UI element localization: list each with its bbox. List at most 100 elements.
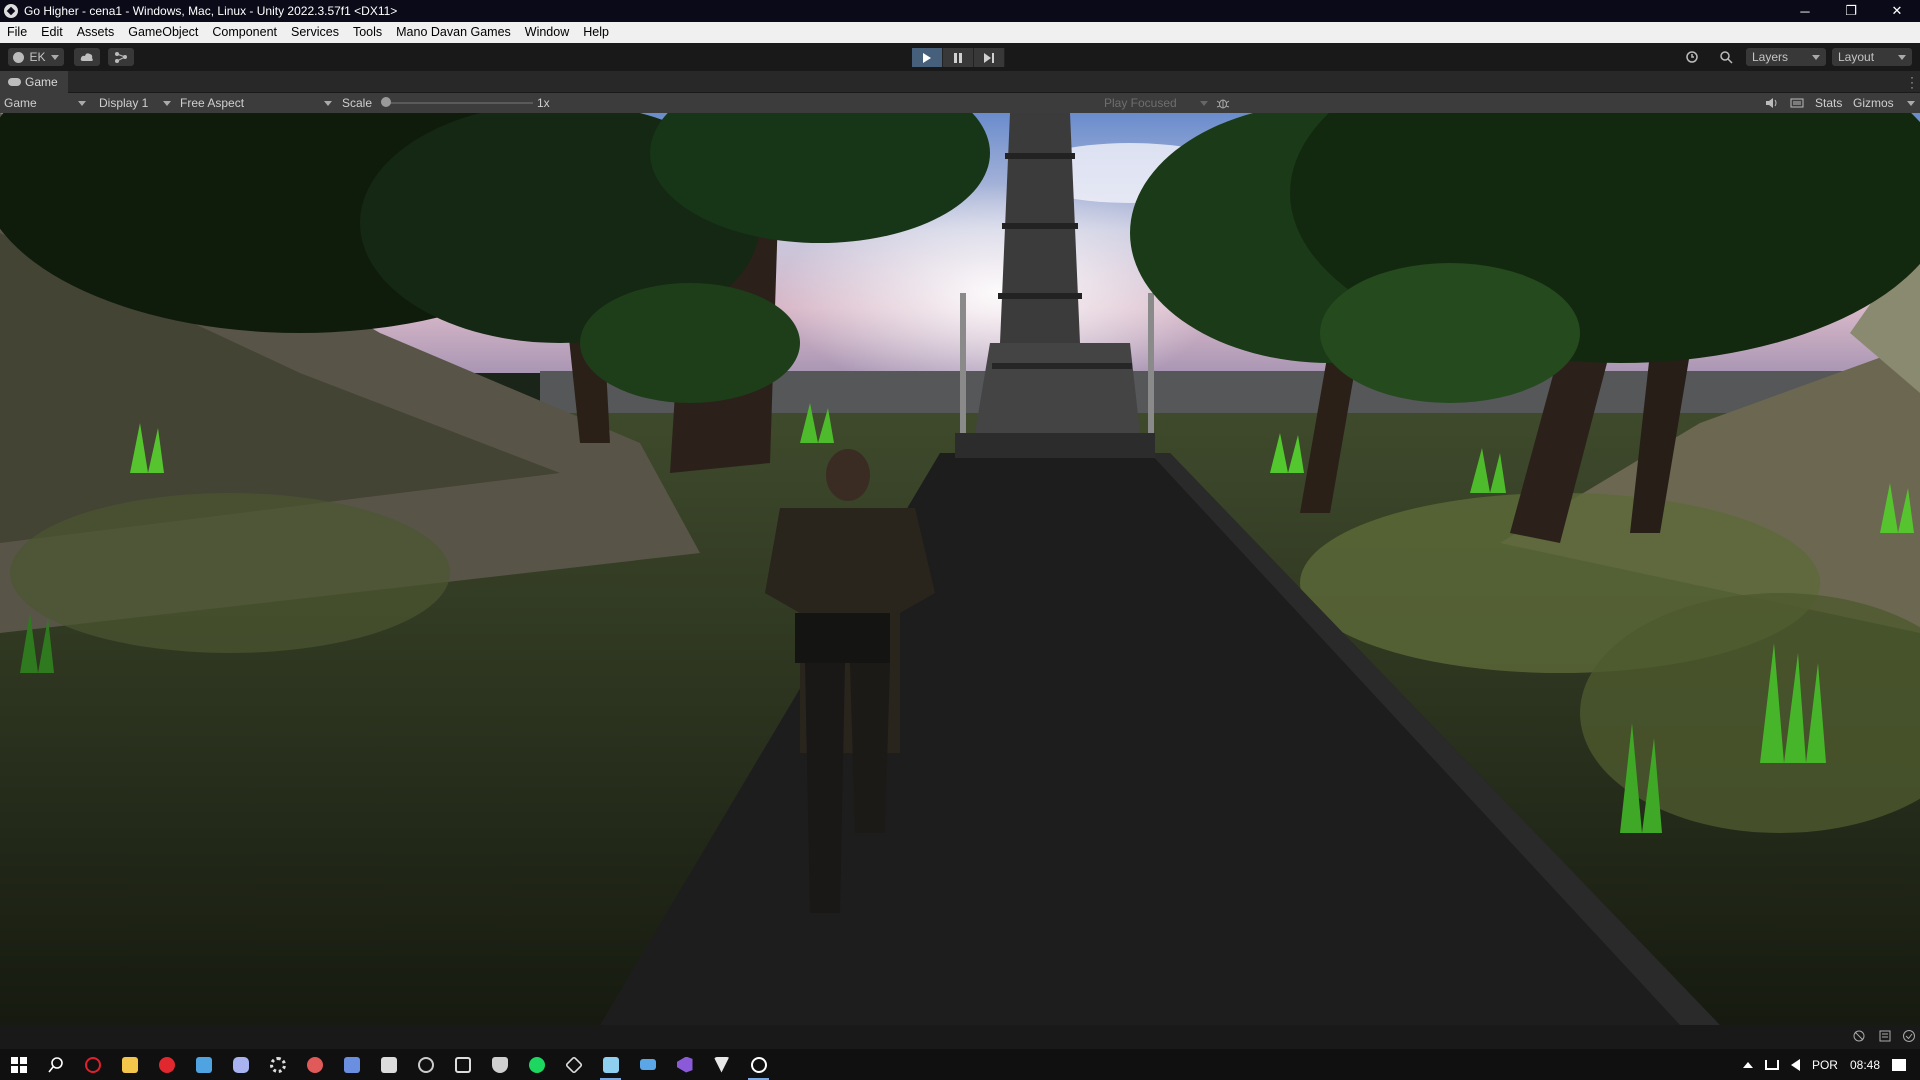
taskbar-app-4[interactable] [444,1049,481,1080]
speaker-icon [1766,98,1777,108]
windows-logo-icon [10,1056,27,1073]
game-mode-dropdown[interactable]: Game [4,93,86,113]
opera-gx-icon [84,1056,101,1073]
menu-bar: File Edit Assets GameObject Component Se… [0,22,1920,43]
start-button[interactable] [0,1049,37,1080]
chevron-down-icon [1907,101,1915,106]
taskbar-keyboard-app[interactable] [629,1049,666,1080]
step-button[interactable] [974,48,1005,67]
account-label: EK [29,50,46,64]
taskbar-file-explorer[interactable] [111,1049,148,1080]
taskbar-visual-studio[interactable] [666,1049,703,1080]
folder-icon [121,1056,138,1073]
taskbar-unity-hub[interactable] [407,1049,444,1080]
taskbar-notepad[interactable] [592,1049,629,1080]
menu-window[interactable]: Window [518,22,576,43]
gizmos-dropdown[interactable]: Gizmos [1853,93,1915,113]
console-icon[interactable] [1878,1029,1892,1043]
spotify-icon [528,1056,545,1073]
tab-menu-icon[interactable]: · · · [1910,71,1914,93]
play-focused-label: Play Focused [1104,96,1177,110]
taskbar-app-2[interactable] [296,1049,333,1080]
account-button[interactable]: EK [8,48,64,66]
taskbar-discord[interactable] [222,1049,259,1080]
menu-component[interactable]: Component [205,22,284,43]
search-button[interactable] [1714,48,1738,66]
cloud-icon [80,53,93,61]
menu-edit[interactable]: Edit [34,22,70,43]
app-icon [195,1056,212,1073]
game-scene [0,113,1920,1025]
play-icon [923,52,931,63]
taskbar-app-5[interactable] [481,1049,518,1080]
language-indicator[interactable]: POR [1812,1058,1838,1072]
taskbar-spotify[interactable] [518,1049,555,1080]
layout-dropdown[interactable]: Layout [1832,48,1912,66]
menu-assets[interactable]: Assets [70,22,122,43]
play-focused-dropdown[interactable]: Play Focused [1104,93,1208,113]
taskbar-unity-editor[interactable] [555,1049,592,1080]
account-icon [13,51,25,63]
taskbar-store[interactable] [370,1049,407,1080]
windows-taskbar: POR 08:48 [0,1049,1920,1080]
aspect-label: Free Aspect [180,96,245,110]
bug-toggle[interactable] [1216,93,1230,113]
scale-slider-knob[interactable] [381,97,391,107]
collab-button[interactable] [108,48,134,66]
scale-label: Scale [342,96,373,110]
triangle-icon [713,1056,730,1073]
stats-button[interactable]: Stats [1815,93,1842,113]
menu-help[interactable]: Help [576,22,616,43]
tab-game[interactable]: Game [0,71,68,93]
progress-icon[interactable] [1852,1029,1866,1043]
taskbar-unity-active[interactable] [740,1049,777,1080]
shortcuts-toggle[interactable] [1790,93,1804,113]
menu-mano-davan-games[interactable]: Mano Davan Games [389,22,518,43]
history-icon [1686,51,1698,63]
aspect-dropdown[interactable]: Free Aspect [180,93,332,113]
layers-dropdown[interactable]: Layers [1746,48,1826,66]
mute-audio-toggle[interactable] [1764,93,1778,113]
menu-file[interactable]: File [0,22,34,43]
taskbar-opera-gx[interactable] [74,1049,111,1080]
game-viewport[interactable] [0,113,1920,1025]
search-icon [1720,51,1733,64]
chevron-up-icon[interactable] [1742,1061,1753,1068]
title-bar: Go Higher - cena1 - Windows, Mac, Linux … [0,0,1920,22]
menu-services[interactable]: Services [284,22,346,43]
search-icon [47,1056,63,1072]
display-dropdown[interactable]: Display 1 [99,93,171,113]
tab-game-label: Game [25,75,58,89]
clock[interactable]: 08:48 [1850,1058,1880,1072]
network-icon[interactable] [1764,1059,1779,1070]
menu-tools[interactable]: Tools [346,22,389,43]
layout-label: Layout [1838,50,1875,64]
close-button[interactable]: ✕ [1874,0,1920,22]
cloud-button[interactable] [74,48,100,66]
menu-gameobject[interactable]: GameObject [121,22,205,43]
chevron-down-icon [50,54,59,60]
pause-icon [954,52,962,63]
notification-icon[interactable] [1892,1058,1906,1071]
cube-icon [564,1055,583,1074]
volume-icon[interactable] [1790,1058,1800,1071]
window-title: Go Higher - cena1 - Windows, Mac, Linux … [24,4,398,18]
taskbar-settings[interactable] [259,1049,296,1080]
minimize-button[interactable]: ─ [1782,0,1828,22]
undo-history-button[interactable] [1680,48,1704,66]
play-button[interactable] [912,48,943,67]
taskbar-app-3[interactable] [333,1049,370,1080]
restore-button[interactable]: ❐ [1828,0,1874,22]
taskbar-opera[interactable] [148,1049,185,1080]
game-tab-bar: Game · · · [0,71,1920,93]
check-circle-icon[interactable] [1902,1029,1916,1043]
game-mode-label: Game [4,96,37,110]
chevron-down-icon [1200,101,1208,106]
pause-button[interactable] [943,48,974,67]
scale-slider-track[interactable] [385,102,533,104]
taskbar-app-1[interactable] [185,1049,222,1080]
taskbar-app-6[interactable] [703,1049,740,1080]
shield-icon [491,1056,508,1073]
taskbar-search[interactable] [37,1049,74,1080]
scale-value: 1x [537,96,550,110]
